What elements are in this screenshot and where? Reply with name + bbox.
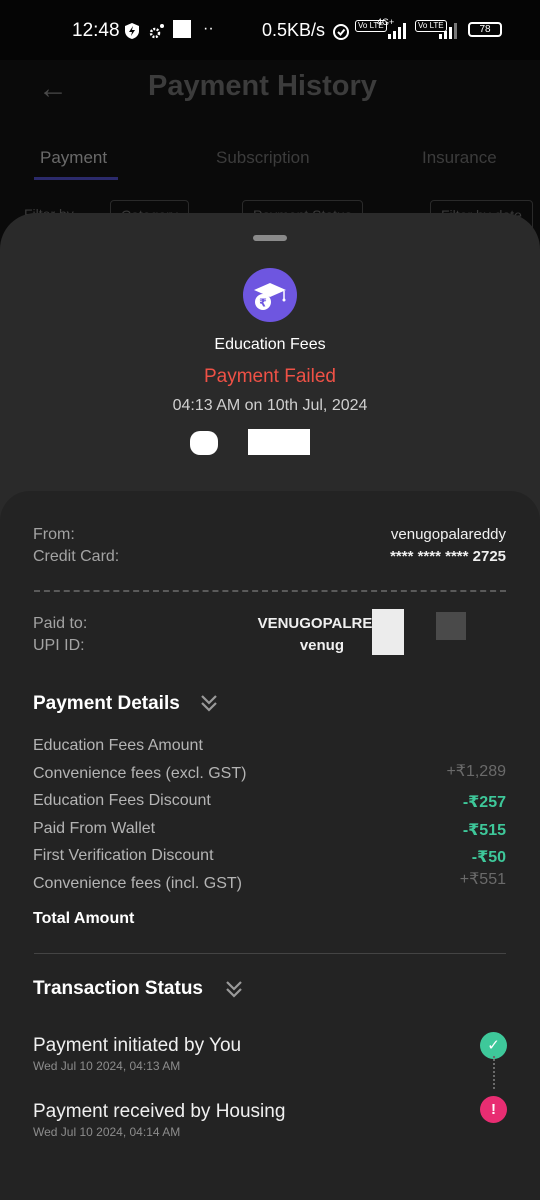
redacted-block-4 [436,612,466,640]
step-title: Payment initiated by You [33,1035,242,1056]
step-title: Payment received by Housing [33,1101,286,1122]
status-bar: 12:48 ·· 0.5KB/s Vo LTE 4G+ Vo LTE 78 [0,0,540,60]
detail-row-label: Paid From Wallet [33,820,156,837]
detail-row-value: -₹50 [471,849,506,866]
shield-bolt-icon [124,22,140,44]
drag-handle[interactable] [253,235,287,241]
tab-payment[interactable]: Payment [40,148,107,168]
signal-icon-2 [437,22,461,44]
back-arrow-icon[interactable]: ← [38,72,68,106]
exclamation-icon: ! [480,1096,507,1123]
redacted-block [190,431,218,455]
active-tab-indicator [34,177,118,180]
education-fees-icon: ₹ [243,268,297,322]
svg-text:₹: ₹ [259,297,267,310]
detail-row-value: +₹1,289 [446,763,506,780]
paid-to-label: Paid to: [33,615,88,632]
redacted-block-2 [248,429,310,455]
payment-detail-sheet: ₹ Education Fees Payment Failed 04:13 AM… [0,213,540,1200]
credit-card-value: **** **** **** 2725 [390,548,506,565]
payment-info-card: From: venugopalareddy Credit Card: **** … [0,491,540,1200]
detail-row-value: -₹515 [462,822,506,839]
payment-status: Payment Failed [203,366,336,387]
detail-row-label: Convenience fees (incl. GST) [33,875,242,892]
status-time: 12:48 [72,20,120,41]
detail-row-value: -₹257 [462,794,506,811]
more-dots-icon: ·· [203,20,214,37]
battery-icon: 78 [468,22,502,37]
upi-id-value: venug [299,637,344,654]
check-icon: ✓ [480,1032,507,1059]
tab-insurance[interactable]: Insurance [422,148,497,168]
detail-row-label: Education Fees Amount [33,737,203,754]
alarm-icon [332,22,350,44]
dashed-divider [34,590,506,592]
redacted-block-3 [372,609,404,655]
total-amount-label: Total Amount [33,910,135,927]
timeline-connector [493,1056,495,1089]
from-label: From: [33,526,75,543]
page-title: Payment History [148,70,377,102]
step-time: Wed Jul 10 2024, 04:13 AM [33,1059,181,1073]
transaction-status-title[interactable]: Transaction Status [33,978,203,1000]
payment-datetime: 04:13 AM on 10th Jul, 2024 [172,397,368,414]
network-speed: 0.5KB/s [262,20,326,40]
signal-icon [386,22,410,44]
detail-row-label: Convenience fees (excl. GST) [33,765,247,782]
chevron-double-down-icon[interactable] [225,979,243,1003]
payment-category: Education Fees [214,336,326,353]
tab-subscription[interactable]: Subscription [216,148,310,168]
section-divider [34,953,506,954]
notification-square-icon [173,20,191,38]
detail-row-label: First Verification Discount [33,847,214,864]
step-time: Wed Jul 10 2024, 04:14 AM [33,1125,181,1139]
from-value: venugopalareddy [390,526,506,543]
settings-icon [148,22,166,44]
payment-details-title[interactable]: Payment Details [33,693,180,715]
chevron-double-down-icon[interactable] [200,693,218,717]
credit-card-label: Credit Card: [33,548,120,565]
upi-id-label: UPI ID: [33,637,85,654]
detail-row-label: Education Fees Discount [33,792,211,809]
detail-row-value: +₹551 [459,871,506,888]
